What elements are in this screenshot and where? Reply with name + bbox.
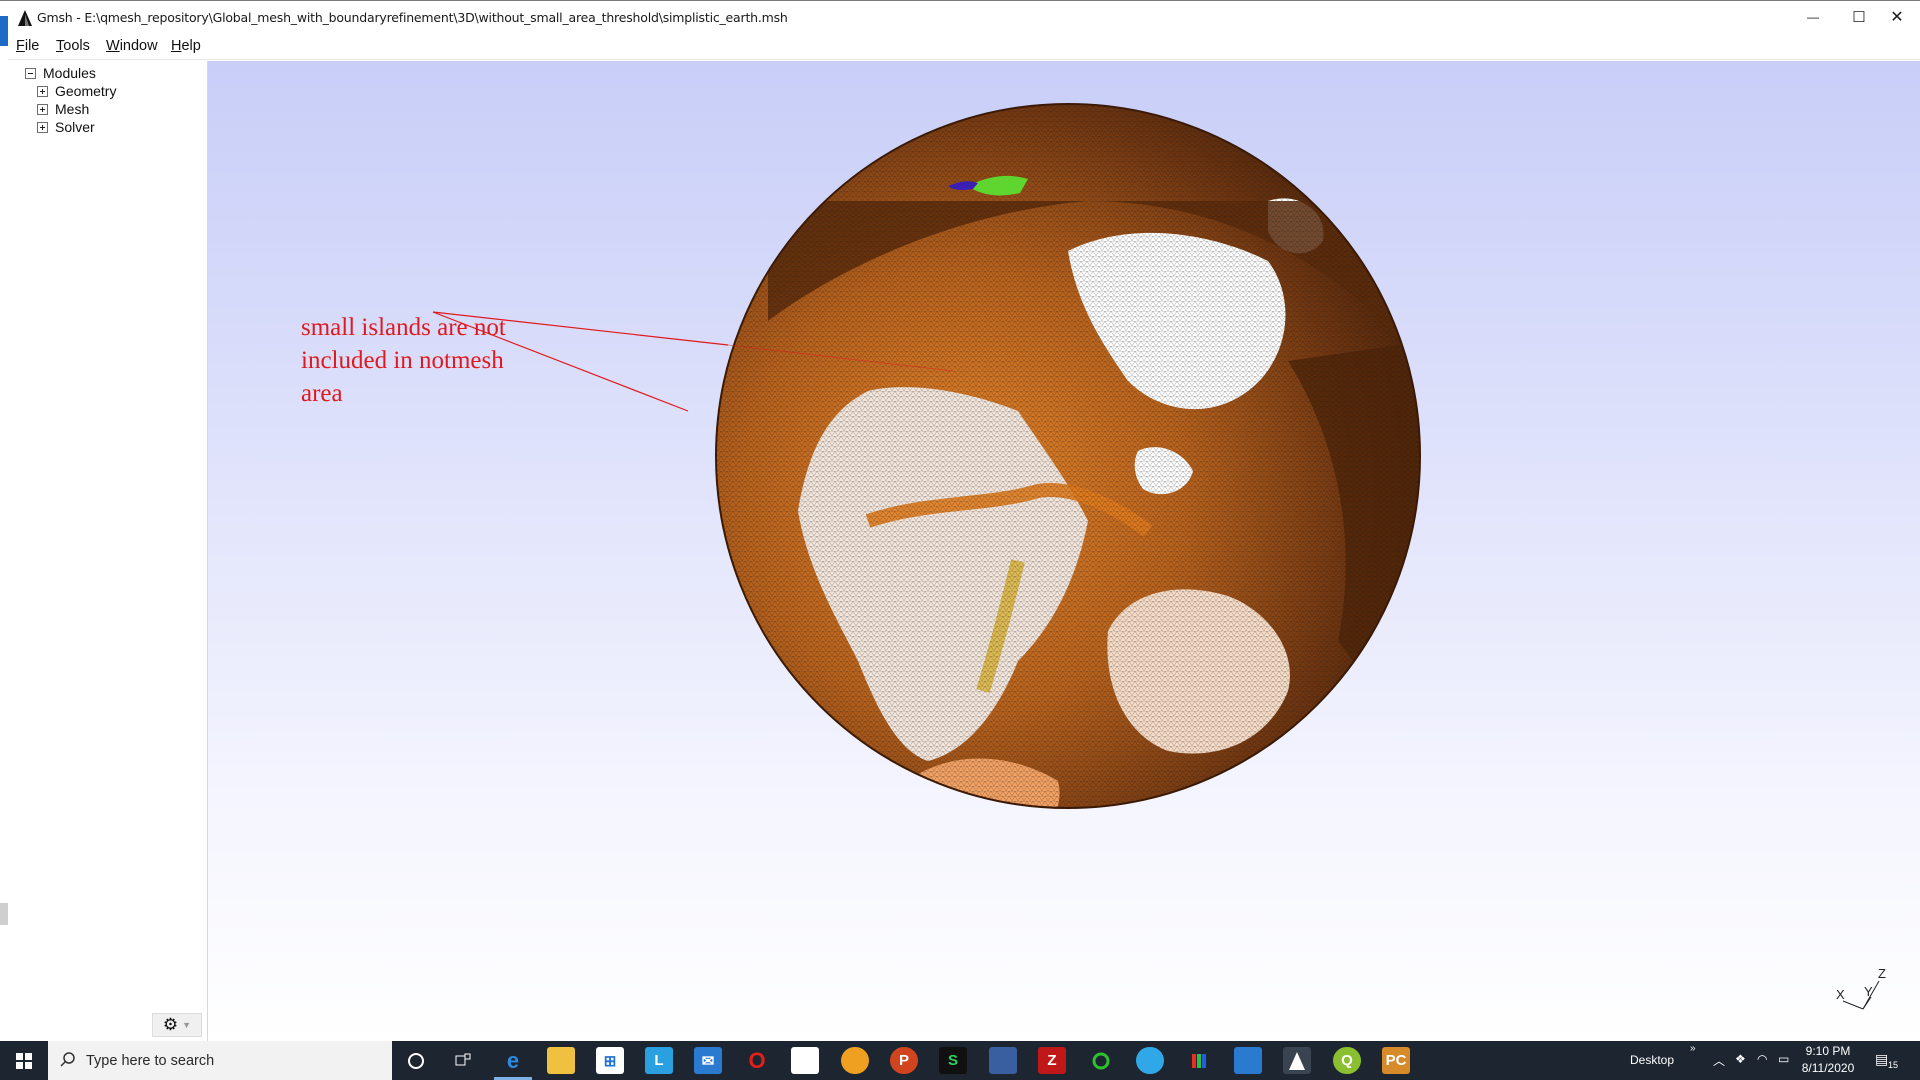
blue-bubble-icon[interactable] (1136, 1047, 1164, 1074)
battery-icon[interactable]: ▭ (1778, 1052, 1789, 1066)
network-app-icon[interactable] (989, 1047, 1017, 1074)
store-icon[interactable]: ⊞ (596, 1047, 624, 1074)
green-ring-icon[interactable] (1087, 1047, 1115, 1074)
annotation-text: small islands are not included in notmes… (301, 314, 506, 407)
clock-time[interactable]: 9:10 PM (1798, 1044, 1858, 1058)
gmsh-app-icon (18, 10, 32, 26)
menu-tools-label: ools (63, 38, 90, 54)
l-app-icon[interactable]: L (645, 1047, 673, 1074)
collapse-icon[interactable] (25, 67, 36, 79)
screen: Gmsh - E:\qmesh_repository\Global_mesh_w… (0, 0, 1920, 1080)
start-button[interactable] (0, 1041, 48, 1080)
tree-node-mesh[interactable]: Mesh (37, 101, 89, 117)
show-hidden-icons-icon[interactable]: ︿ (1713, 1052, 1725, 1069)
axis-y-label: Y (1864, 984, 1873, 999)
expand-icon[interactable] (37, 121, 48, 133)
module-tree: Modules Geometry Mesh Solver (8, 61, 208, 1041)
clock-date[interactable]: 8/11/2020 (1798, 1061, 1858, 1075)
dropbox-icon[interactable]: ❖ (1735, 1052, 1746, 1066)
gear-icon: ⚙ (162, 1015, 179, 1034)
menu-help[interactable]: Help (171, 38, 201, 54)
desktop-toolbar-label[interactable]: Desktop (1630, 1053, 1674, 1067)
tree-node-solver[interactable]: Solver (37, 119, 95, 135)
search-placeholder: Type here to search (86, 1052, 215, 1069)
menu-window-label: indow (119, 38, 158, 54)
expand-icon[interactable] (37, 103, 48, 115)
minimize-button[interactable]: — (1790, 1, 1836, 33)
mail-icon[interactable]: ✉ (694, 1047, 722, 1074)
windows-icon (16, 1052, 32, 1069)
menu-tools[interactable]: Tools (56, 38, 90, 54)
cortana-icon[interactable] (402, 1047, 430, 1074)
menu-window[interactable]: Window (106, 38, 158, 54)
notepad-icon[interactable] (791, 1047, 819, 1074)
window-title: Gmsh - E:\qmesh_repository\Global_mesh_w… (37, 10, 788, 25)
graphics-viewport[interactable]: small islands are not included in notmes… (208, 61, 1920, 1041)
taskbar: Type here to search e ⊞ L ✉ O P S Z Q PC… (0, 1041, 1920, 1080)
gmsh-icon[interactable] (1283, 1047, 1311, 1074)
mesh-globe (432, 103, 1421, 809)
menu-window-accel: W (106, 38, 120, 54)
filezilla-icon[interactable]: Z (1038, 1047, 1066, 1074)
task-view-icon[interactable] (449, 1047, 477, 1074)
tree-node-label: Modules (43, 65, 96, 81)
axes-indicator: X Y Z (1836, 966, 1886, 1010)
menu-file-label: ile (24, 38, 40, 54)
qgis-icon[interactable]: Q (1333, 1047, 1361, 1074)
tree-node-label: Solver (55, 119, 95, 135)
color-app-icon[interactable] (1185, 1047, 1213, 1074)
search-icon (60, 1052, 75, 1067)
edge-icon[interactable]: e (499, 1047, 527, 1074)
menu-help-accel: H (171, 38, 182, 54)
photos-icon[interactable] (1234, 1047, 1262, 1074)
expand-icon[interactable] (37, 85, 48, 97)
axis-x-label: X (1836, 987, 1845, 1002)
pycharm-icon[interactable]: PC (1382, 1047, 1410, 1074)
dropdown-arrow-icon: ▼ (182, 1020, 192, 1030)
opera-icon[interactable]: O (743, 1047, 771, 1074)
tree-node-label: Mesh (55, 101, 90, 117)
tree-node-modules[interactable]: Modules (25, 65, 96, 81)
settings-button[interactable]: ⚙ ▼ (152, 1013, 202, 1037)
brave-icon[interactable] (841, 1047, 869, 1074)
file-explorer-icon[interactable] (547, 1047, 575, 1074)
wifi-icon[interactable]: ◠ (1757, 1052, 1767, 1066)
title-bar: Gmsh - E:\qmesh_repository\Global_mesh_w… (0, 0, 1920, 34)
powerpoint-icon[interactable]: P (890, 1047, 918, 1074)
close-icon: ✕ (1890, 9, 1904, 26)
menu-file[interactable]: File (16, 38, 39, 54)
minimize-icon: — (1807, 10, 1819, 24)
axis-z-label: Z (1878, 966, 1886, 981)
notification-count: 15 (1888, 1060, 1899, 1070)
tree-node-geometry[interactable]: Geometry (37, 83, 116, 99)
background-window-edge (0, 16, 8, 46)
background-window-edge-lower (0, 903, 8, 925)
menu-help-label: elp (181, 38, 201, 54)
search-box[interactable]: Type here to search (48, 1041, 392, 1080)
menu-file-accel: F (16, 38, 25, 54)
menu-bar: File Tools Window Help (8, 34, 1920, 60)
toolbar-overflow-icon[interactable]: » (1690, 1043, 1696, 1054)
close-button[interactable]: ✕ (1874, 1, 1920, 33)
maximize-icon: ☐ (1852, 9, 1866, 26)
tree-node-label: Geometry (55, 83, 117, 99)
notification-icon[interactable]: ▤ (1875, 1051, 1888, 1068)
s-app-icon[interactable]: S (939, 1047, 967, 1074)
